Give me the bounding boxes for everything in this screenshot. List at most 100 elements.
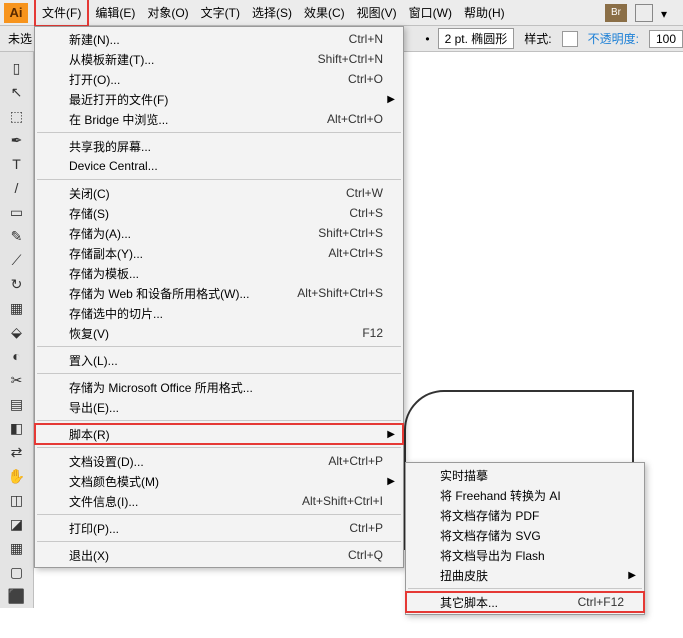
menu-item-label: 文件信息(I)...	[69, 493, 302, 510]
tool-7[interactable]: ✎	[4, 225, 30, 247]
menu-item[interactable]: 存储为 Microsoft Office 所用格式...	[35, 377, 403, 397]
tool-5[interactable]: /	[4, 177, 30, 199]
menu-item[interactable]: 将文档导出为 Flash	[406, 545, 644, 565]
menu-item[interactable]: 置入(L)...	[35, 350, 403, 370]
submenu-arrow-icon: ▶	[628, 570, 636, 581]
arrange-icon[interactable]	[635, 4, 653, 22]
tool-1[interactable]: ↖	[4, 81, 30, 103]
menu-item[interactable]: 文件信息(I)...Alt+Shift+Ctrl+I	[35, 491, 403, 511]
selection-label: 未选	[6, 30, 34, 47]
menu-item-label: 其它脚本...	[440, 594, 578, 611]
stroke-profile-field[interactable]: 2 pt. 椭圆形	[438, 28, 515, 49]
tool-9[interactable]: ↻	[4, 273, 30, 295]
menu-item-shortcut: Alt+Shift+Ctrl+S	[297, 286, 393, 300]
menu-item-shortcut: Alt+Ctrl+P	[328, 454, 393, 468]
tool-4[interactable]: T	[4, 153, 30, 175]
tool-12[interactable]: ◐	[4, 345, 30, 367]
tool-13[interactable]: ✂	[4, 369, 30, 391]
tool-0[interactable]: ▯	[4, 57, 30, 79]
tool-15[interactable]: ◧	[4, 417, 30, 439]
menu-edit[interactable]: 编辑(E)	[89, 0, 141, 25]
menu-select[interactable]: 选择(S)	[246, 0, 298, 25]
menu-item[interactable]: 打开(O)...Ctrl+O	[35, 69, 403, 89]
tool-3[interactable]: ✒	[4, 129, 30, 151]
menu-item-shortcut: Ctrl+W	[346, 186, 393, 200]
menu-separator	[37, 179, 401, 180]
menu-item[interactable]: 将 Freehand 转换为 AI	[406, 485, 644, 505]
menu-item[interactable]: 打印(P)...Ctrl+P	[35, 518, 403, 538]
tool-21[interactable]: ▢	[4, 561, 30, 583]
menu-item-shortcut: Ctrl+N	[349, 32, 393, 46]
tool-19[interactable]: ◪	[4, 513, 30, 535]
menu-item[interactable]: 存储选中的切片...	[35, 303, 403, 323]
menu-item-label: 实时描摹	[440, 467, 634, 484]
menu-item[interactable]: 关闭(C)Ctrl+W	[35, 183, 403, 203]
tool-11[interactable]: ⬙	[4, 321, 30, 343]
menu-type[interactable]: 文字(T)	[195, 0, 246, 25]
menu-item-label: 将 Freehand 转换为 AI	[440, 487, 634, 504]
menu-item-label: 在 Bridge 中浏览...	[69, 111, 327, 128]
menu-item[interactable]: 在 Bridge 中浏览...Alt+Ctrl+O	[35, 109, 403, 129]
menu-item-label: 存储选中的切片...	[69, 305, 393, 322]
menu-item[interactable]: 存储为(A)...Shift+Ctrl+S	[35, 223, 403, 243]
tool-18[interactable]: ◫	[4, 489, 30, 511]
menu-item[interactable]: 导出(E)...	[35, 397, 403, 417]
menu-item-label: 将文档存储为 PDF	[440, 507, 634, 524]
menu-item-shortcut: F12	[362, 326, 393, 340]
menu-item-shortcut: Ctrl+S	[349, 206, 393, 220]
menu-separator	[37, 420, 401, 421]
menu-item[interactable]: 恢复(V)F12	[35, 323, 403, 343]
menu-object[interactable]: 对象(O)	[141, 0, 194, 25]
tool-2[interactable]: ⬚	[4, 105, 30, 127]
menu-item-label: Device Central...	[69, 159, 393, 173]
bridge-button[interactable]: Br	[605, 4, 627, 22]
tool-17[interactable]: ✋	[4, 465, 30, 487]
menu-item-shortcut: Ctrl+P	[349, 521, 393, 535]
opacity-field[interactable]: 100	[649, 30, 683, 48]
menu-item[interactable]: 其它脚本...Ctrl+F12	[406, 592, 644, 612]
dropdown-icon[interactable]: ▾	[661, 7, 673, 19]
menu-item[interactable]: 退出(X)Ctrl+Q	[35, 545, 403, 565]
tool-16[interactable]: ⇄	[4, 441, 30, 463]
menu-item[interactable]: 共享我的屏幕...	[35, 136, 403, 156]
menu-item-shortcut: Ctrl+F12	[578, 595, 634, 609]
tool-22[interactable]: ⬛	[4, 585, 30, 607]
menu-item[interactable]: 文档设置(D)...Alt+Ctrl+P	[35, 451, 403, 471]
menu-item-shortcut: Alt+Ctrl+O	[327, 112, 393, 126]
menu-effect[interactable]: 效果(C)	[298, 0, 351, 25]
menu-item[interactable]: 脚本(R)▶	[35, 424, 403, 444]
menu-item[interactable]: 将文档存储为 PDF	[406, 505, 644, 525]
menu-file[interactable]: 文件(F)	[34, 0, 89, 27]
stroke-dot: •	[425, 32, 429, 46]
menu-item[interactable]: 新建(N)...Ctrl+N	[35, 29, 403, 49]
menu-view[interactable]: 视图(V)	[351, 0, 403, 25]
menu-item[interactable]: 扭曲皮肤▶	[406, 565, 644, 585]
menu-item[interactable]: 最近打开的文件(F)▶	[35, 89, 403, 109]
menu-item-label: 打开(O)...	[69, 71, 348, 88]
menu-item[interactable]: 从模板新建(T)...Shift+Ctrl+N	[35, 49, 403, 69]
menu-item[interactable]: Device Central...	[35, 156, 403, 176]
tool-8[interactable]: ⟋	[4, 249, 30, 271]
menu-separator	[37, 447, 401, 448]
menu-item-label: 导出(E)...	[69, 399, 393, 416]
menu-item-shortcut: Shift+Ctrl+N	[318, 52, 393, 66]
opacity-label: 不透明度:	[586, 30, 641, 47]
menu-item[interactable]: 实时描摹	[406, 465, 644, 485]
tool-14[interactable]: ▤	[4, 393, 30, 415]
menu-item[interactable]: 将文档存储为 SVG	[406, 525, 644, 545]
menu-item[interactable]: 存储为模板...	[35, 263, 403, 283]
menu-item[interactable]: 文档颜色模式(M)▶	[35, 471, 403, 491]
submenu-arrow-icon: ▶	[387, 94, 395, 105]
menu-window[interactable]: 窗口(W)	[403, 0, 458, 25]
tool-6[interactable]: ▭	[4, 201, 30, 223]
menu-separator	[37, 132, 401, 133]
menu-item-label: 从模板新建(T)...	[69, 51, 318, 68]
menu-item[interactable]: 存储(S)Ctrl+S	[35, 203, 403, 223]
tool-20[interactable]: ▦	[4, 537, 30, 559]
menu-item[interactable]: 存储为 Web 和设备所用格式(W)...Alt+Shift+Ctrl+S	[35, 283, 403, 303]
menu-help[interactable]: 帮助(H)	[458, 0, 511, 25]
style-swatch[interactable]	[562, 31, 578, 47]
menu-item[interactable]: 存储副本(Y)...Alt+Ctrl+S	[35, 243, 403, 263]
menu-item-label: 存储(S)	[69, 205, 349, 222]
tool-10[interactable]: ▦	[4, 297, 30, 319]
